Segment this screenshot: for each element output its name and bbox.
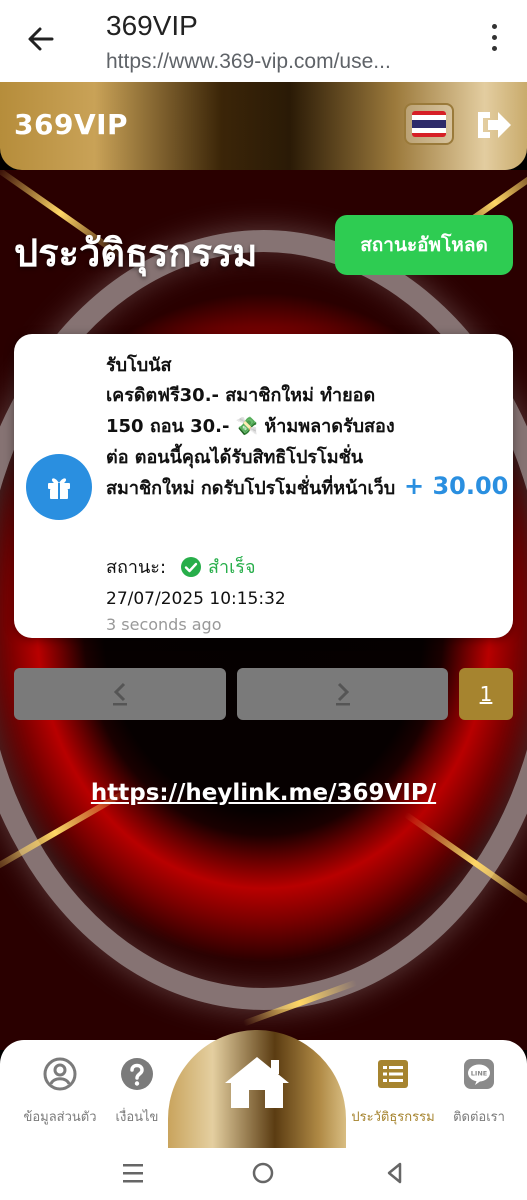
chevron-right-icon [335,682,350,706]
gift-icon [26,454,92,520]
nav-contact-label: ติดต่อเรา [453,1110,505,1125]
browser-url[interactable]: https://www.369-vip.com/use... [106,50,466,74]
previous-page-button[interactable] [14,668,226,720]
upload-status-button[interactable]: สถานะอัพโหลด [335,215,513,275]
nav-history-label: ประวัติธุรกรรม [351,1110,435,1125]
next-page-button[interactable] [237,668,448,720]
site-header: 369VIP [0,82,527,170]
chevron-left-icon [113,682,127,706]
nav-contact[interactable]: LINE ติดต่อเรา [448,1056,510,1127]
page-title: ประวัติธุรกรรม [14,231,258,275]
nav-faq[interactable]: เงื่อนไข [112,1056,162,1127]
transaction-amount: + 30.00 [404,472,509,500]
logout-icon[interactable] [474,106,514,144]
transaction-card: รับโบนัส เครดิตฟรี30.- สมาชิกใหม่ ทำยอด … [14,334,513,638]
recent-apps-icon[interactable] [118,1158,148,1188]
transaction-relative-time: 3 seconds ago [106,615,222,634]
system-back-icon[interactable] [380,1158,410,1188]
transaction-datetime: 27/07/2025 10:15:32 [106,589,286,609]
nav-profile-label: ข้อมูลส่วนตัว [23,1110,97,1125]
heylink-link[interactable]: https://heylink.me/369VIP/ [0,780,527,806]
system-navigation-bar [0,1148,527,1200]
thai-flag-icon [412,111,446,137]
svg-text:LINE: LINE [471,1070,487,1078]
question-circle-icon [121,1058,153,1090]
transaction-status: สถานะ: สำเร็จ [106,552,256,581]
transaction-type: รับโบนัส [106,355,172,376]
page-number-button[interactable]: 1 [459,668,513,720]
nav-history[interactable]: ประวัติธุรกรรม [346,1056,440,1127]
back-arrow-icon[interactable] [26,24,56,54]
browser-page-title: 369VIP [106,10,198,41]
language-selector[interactable] [404,103,454,145]
site-logo[interactable]: 369VIP [14,108,128,141]
list-icon [378,1060,408,1088]
home-circle-icon[interactable] [248,1158,278,1188]
user-circle-icon [43,1057,77,1091]
nav-profile[interactable]: ข้อมูลส่วนตัว [18,1056,102,1127]
status-value: สำเร็จ [208,557,256,578]
status-label: สถานะ: [106,557,167,578]
line-chat-icon: LINE [464,1059,494,1089]
more-options-icon[interactable] [486,24,502,58]
nav-faq-label: เงื่อนไข [115,1110,159,1125]
check-circle-icon [181,556,202,577]
browser-toolbar: 369VIP https://www.369-vip.com/use... [0,0,527,82]
home-icon [225,1057,289,1108]
transaction-description: เครดิตฟรี30.- สมาชิกใหม่ ทำยอด 150 ถอน 3… [106,385,396,499]
